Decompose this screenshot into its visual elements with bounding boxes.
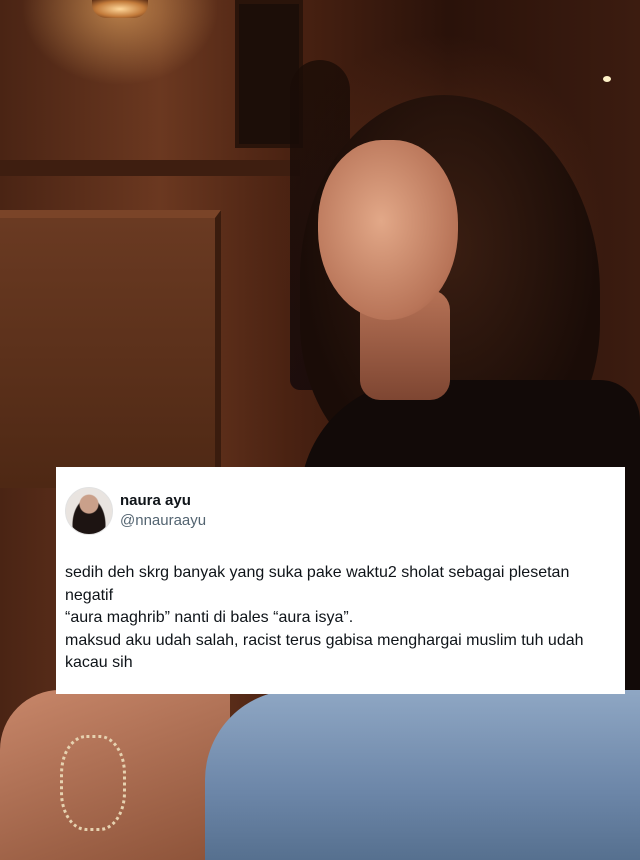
tweet-line: “aura maghrib” nanti di bales “aura isya… [65,609,354,626]
wall-rail [0,160,300,176]
background-photo [0,0,640,860]
bracelet [60,735,126,831]
tweet-line: sedih deh skrg banyak yang suka pake wak… [65,564,570,604]
ceiling-spotlight [603,76,611,82]
tweet-card: naura ayu @nnauraayu sedih deh skrg bany… [56,467,625,694]
display-name[interactable]: naura ayu [120,492,191,509]
wood-wall-panel [0,210,221,488]
jeans [205,690,640,860]
face [318,140,458,320]
tweet-line: maksud aku udah salah, racist terus gabi… [65,631,584,672]
tweet-text: sedih deh skrg banyak yang suka pake wak… [65,562,620,675]
ceiling-lamp [92,0,148,18]
user-handle[interactable]: @nnauraayu [120,512,206,529]
avatar[interactable] [65,487,113,535]
